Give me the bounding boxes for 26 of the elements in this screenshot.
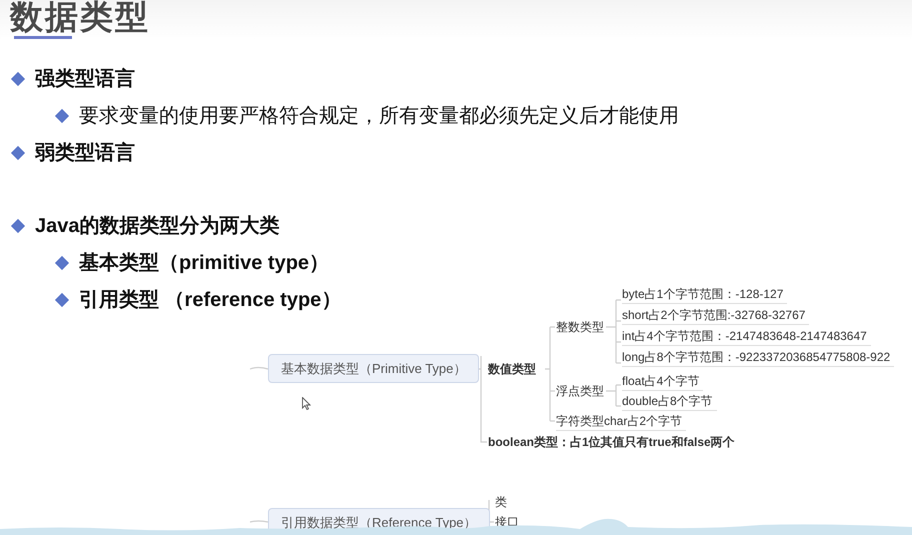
bullet-text: 引用类型 （reference type） bbox=[79, 288, 342, 312]
mindmap-leaf: int占4个字节范围：-2147483648-2147483647 bbox=[622, 328, 871, 346]
mindmap-leaf: float占4个字节 bbox=[622, 373, 704, 391]
connector-line bbox=[250, 366, 268, 370]
title-underline bbox=[14, 36, 72, 39]
bullet-text: 弱类型语言 bbox=[35, 141, 135, 165]
mindmap-node: 基本数据类型（Primitive Type） bbox=[268, 354, 480, 383]
mindmap-leaf: short占2个字节范围:-32768-32767 bbox=[622, 307, 810, 325]
bullet-text: 要求变量的使用要严格符合规定，所有变量都必须先定义后才能使用 bbox=[79, 104, 679, 128]
mindmap-label: 数值类型 bbox=[488, 361, 536, 378]
connector-line bbox=[605, 299, 622, 364]
mindmap-leaf: long占8个字节范围：-9223372036854775808-922 bbox=[622, 349, 894, 367]
mindmap-leaf: 字符类型char占2个字节 bbox=[556, 413, 686, 431]
bullet-text: Java的数据类型分为两大类 bbox=[35, 214, 280, 238]
mindmap-label: boolean类型：占1位其值只有true和false两个 bbox=[488, 434, 735, 451]
cursor-icon bbox=[302, 397, 311, 410]
mindmap-label: 整数类型 bbox=[556, 319, 604, 336]
slide-title: 数据类型 bbox=[10, 0, 151, 34]
mindmap-label: 浮点类型 bbox=[556, 383, 604, 400]
bullet-text: 强类型语言 bbox=[35, 67, 135, 91]
connector-line bbox=[605, 384, 622, 407]
mindmap-label: 类 bbox=[495, 494, 507, 511]
mindmap-leaf: byte占1个字节范围：-128-127 bbox=[622, 286, 788, 304]
mindmap-leaf: double占8个字节 bbox=[622, 393, 717, 411]
bullet-text: 基本类型（primitive type） bbox=[79, 251, 330, 275]
connector-line bbox=[250, 520, 268, 523]
